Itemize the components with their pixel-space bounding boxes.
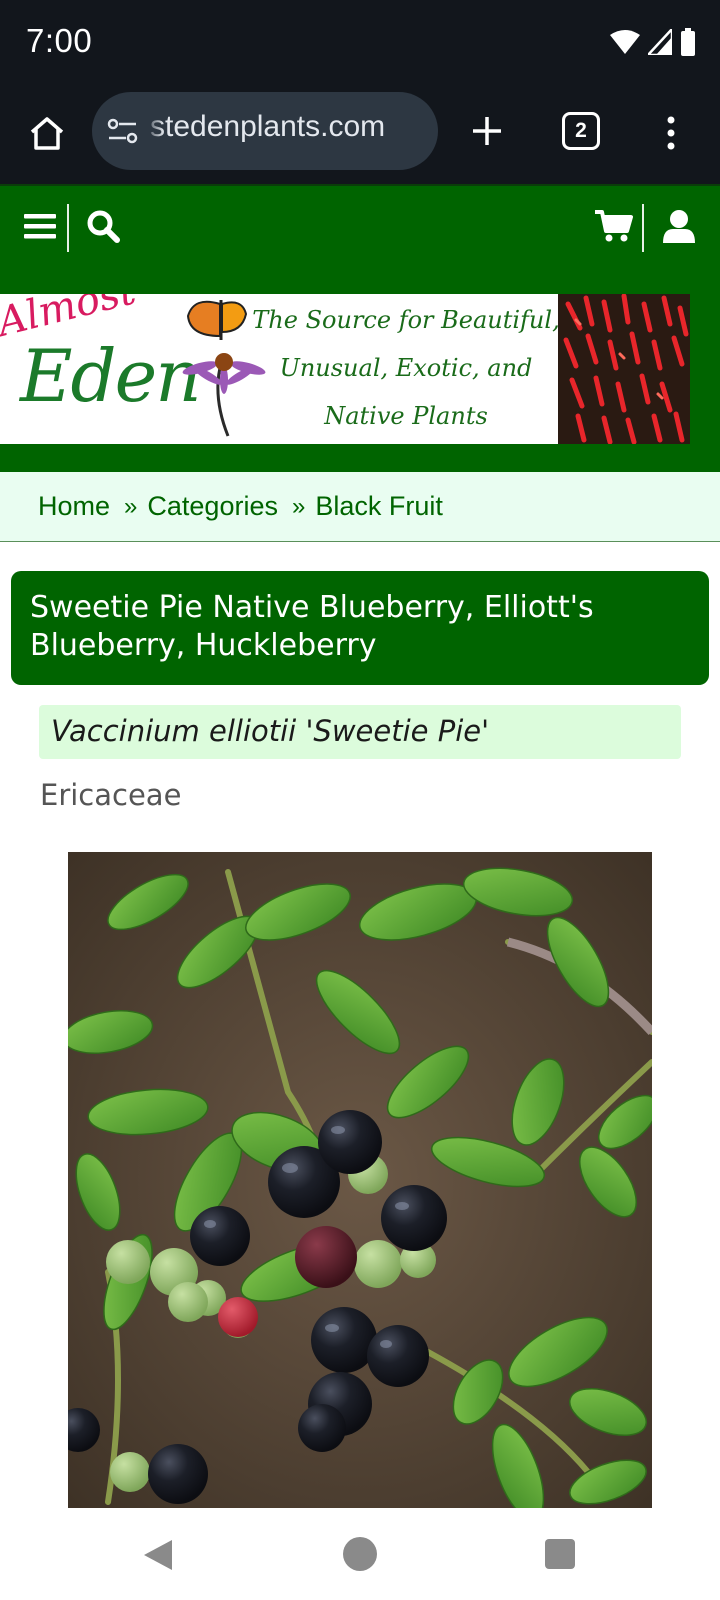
home-circle-icon[interactable] — [343, 1537, 377, 1571]
blueberry-photo — [68, 852, 652, 1508]
hamburger-menu-icon[interactable] — [24, 206, 56, 246]
breadcrumb-home-link[interactable]: Home — [38, 491, 110, 522]
tagline-line-2: Unusual, Exotic, and — [279, 354, 533, 382]
status-time: 7:00 — [26, 22, 93, 59]
breadcrumb-separator: » — [124, 492, 138, 520]
search-icon[interactable] — [86, 206, 120, 246]
back-icon[interactable] — [142, 1538, 174, 1576]
shopping-cart-icon[interactable] — [594, 206, 634, 246]
status-bar: 7:00 — [0, 0, 720, 88]
logo-eden-text: Eden — [20, 334, 202, 418]
browser-home-button[interactable] — [22, 108, 72, 158]
breadcrumb-black-fruit-link[interactable]: Black Fruit — [315, 491, 443, 522]
breadcrumb-categories-link[interactable]: Categories — [147, 491, 278, 522]
red-flower-illustration — [558, 294, 690, 444]
overflow-menu-icon — [667, 116, 675, 150]
browser-toolbar: stedenplants.com 2 — [0, 88, 720, 184]
nav-divider — [642, 204, 644, 252]
site-header-nav — [0, 184, 720, 268]
overflow-menu-button[interactable] — [656, 108, 686, 158]
cellular-signal-icon — [645, 25, 674, 59]
breadcrumb-separator: » — [291, 492, 306, 520]
url-text: stedenplants.com — [150, 110, 386, 143]
site-info-icon[interactable] — [106, 116, 140, 146]
tagline-line-3: Native Plants — [324, 402, 488, 430]
product-title: Sweetie Pie Native Blueberry, Elliott's … — [11, 571, 709, 685]
nav-divider — [67, 204, 69, 252]
status-icons — [610, 25, 696, 60]
url-bar[interactable]: stedenplants.com — [92, 92, 438, 170]
breadcrumb: Home » Categories » Black Fruit — [0, 472, 720, 542]
tab-switcher-button[interactable]: 2 — [562, 112, 600, 150]
new-tab-button[interactable] — [462, 106, 512, 156]
battery-icon — [680, 28, 696, 60]
site-logo-banner[interactable]: Almost Eden The Source for Beautiful, Un… — [0, 294, 690, 444]
botanical-name: Vaccinium elliotii 'Sweetie Pie' — [39, 705, 681, 759]
plant-family: Ericaceae — [40, 778, 182, 812]
new-tab-icon — [473, 117, 501, 145]
product-image[interactable] — [68, 852, 652, 1508]
system-nav-bar — [0, 1508, 720, 1600]
user-account-icon[interactable] — [662, 206, 696, 246]
home-icon — [30, 117, 64, 150]
banner-section: Almost Eden The Source for Beautiful, Un… — [0, 268, 720, 472]
recents-square-icon[interactable] — [545, 1539, 575, 1569]
wifi-icon — [610, 30, 640, 58]
url-fade — [144, 92, 164, 170]
tagline-line-1: The Source for Beautiful, — [252, 306, 560, 334]
